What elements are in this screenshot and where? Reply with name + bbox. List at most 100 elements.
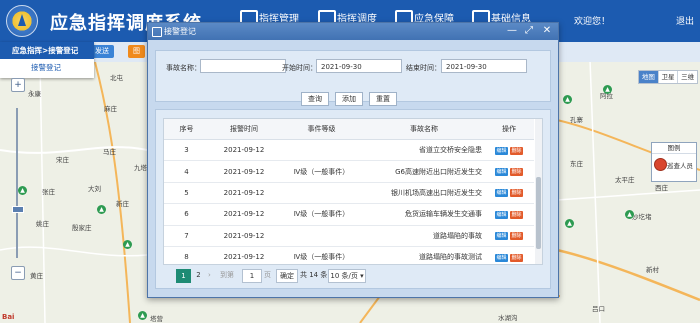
row-time: 2021-09-12 xyxy=(209,160,279,183)
row-no: 8 xyxy=(164,246,209,264)
map-place: 麻庄 xyxy=(104,105,117,113)
map-poi-icon[interactable]: ▲ xyxy=(565,219,574,228)
delete-button[interactable]: 删除 xyxy=(510,232,523,241)
map-place: 西庄 xyxy=(655,184,668,192)
row-actions: 编辑 删除 xyxy=(484,246,534,264)
row-time: 2021-09-12 xyxy=(209,139,279,162)
table-row[interactable]: 7 2021-09-12 道路塌陷的事故 编辑 删除 xyxy=(164,225,534,247)
delete-button[interactable]: 删除 xyxy=(510,189,523,198)
start-time-input[interactable]: 2021-09-30 xyxy=(316,59,402,73)
row-no: 7 xyxy=(164,225,209,247)
page-2-button[interactable]: 2 xyxy=(192,269,205,281)
row-name: 道路塌陷的事故 xyxy=(364,225,484,247)
table-row[interactable]: 3 2021-09-12 省道立交桥安全隐患 编辑 删除 xyxy=(164,139,534,162)
column-header: 报警时间 xyxy=(209,119,279,140)
legend-title: 图例 xyxy=(652,143,696,154)
edit-button[interactable]: 编辑 xyxy=(495,189,508,198)
map-place: 吕口 xyxy=(592,305,605,313)
goto-label: 到第 xyxy=(220,271,234,279)
confirm-button[interactable]: 确定 xyxy=(276,269,298,283)
minimize-button[interactable]: — xyxy=(506,25,518,37)
row-no: 5 xyxy=(164,182,209,205)
map-place: 大刘 xyxy=(88,185,101,193)
row-actions: 编辑 删除 xyxy=(484,203,534,226)
accident-name-input[interactable] xyxy=(200,59,286,73)
alarm-table: 序号 报警时间 事件等级 事故名称 操作 3 2021-09-12 省道立交桥安全隐… xyxy=(163,118,543,265)
toolbar-button[interactable]: 图 xyxy=(128,45,145,58)
reset-button[interactable]: 重置 xyxy=(369,92,397,106)
next-page-icon[interactable]: › xyxy=(208,269,211,281)
table-row[interactable]: 5 2021-09-12 银川机场高速出口附近发生交 编辑 删除 xyxy=(164,182,534,205)
table-scrollbar[interactable] xyxy=(535,119,542,264)
row-no: 4 xyxy=(164,160,209,183)
maximize-icon[interactable]: ⤢ xyxy=(523,25,535,37)
zoom-rail[interactable] xyxy=(16,108,18,258)
end-time-input[interactable]: 2021-09-30 xyxy=(441,59,527,73)
map-poi-icon[interactable]: ▲ xyxy=(625,210,634,219)
edit-button[interactable]: 编辑 xyxy=(495,210,508,219)
row-time: 2021-09-12 xyxy=(209,203,279,226)
zoom-out-button[interactable]: − xyxy=(11,266,25,280)
edit-button[interactable]: 编辑 xyxy=(495,232,508,241)
add-button[interactable]: 添加 xyxy=(335,92,363,106)
delete-button[interactable]: 删除 xyxy=(510,146,523,155)
row-level: Ⅳ级（一般事件） xyxy=(279,203,364,226)
goto-page-input[interactable]: 1 xyxy=(242,269,262,283)
delete-button[interactable]: 删除 xyxy=(510,210,523,219)
query-button[interactable]: 查询 xyxy=(301,92,329,106)
alarm-register-dialog: 接警登记 — ⤢ ✕ 事故名称： 开始时间： 2021-09-30 结束时间： … xyxy=(147,22,559,298)
delete-button[interactable]: 删除 xyxy=(510,253,523,262)
map-poi-icon[interactable]: ▲ xyxy=(97,205,106,214)
map-place: 塔营 xyxy=(150,315,163,323)
edit-button[interactable]: 编辑 xyxy=(495,168,508,177)
row-level xyxy=(279,182,364,205)
total-count: 共 14 条 xyxy=(300,271,328,279)
column-header: 操作 xyxy=(484,119,534,140)
dialog-titlebar[interactable]: 接警登记 — ⤢ ✕ xyxy=(148,23,558,40)
scrollbar-thumb[interactable] xyxy=(536,177,541,249)
table-header-row: 序号 报警时间 事件等级 事故名称 操作 xyxy=(164,119,534,140)
pagination: 1 2 › 到第 1 页 确定 共 14 条 10 条/页 ▾ xyxy=(176,268,416,283)
table-row[interactable]: 8 2021-09-12 Ⅳ级（一般事件） 道路塌陷的事故测试 编辑 删除 xyxy=(164,246,534,264)
map-poi-icon[interactable]: ▲ xyxy=(123,240,132,249)
patrol-person-icon xyxy=(654,158,667,171)
row-actions: 编辑 删除 xyxy=(484,160,534,183)
row-actions: 编辑 删除 xyxy=(484,139,534,162)
row-time: 2021-09-12 xyxy=(209,225,279,247)
zoom-in-button[interactable]: + xyxy=(11,78,25,92)
map-place: 姚庄 xyxy=(36,220,49,228)
page-size-select[interactable]: 10 条/页 ▾ xyxy=(328,269,366,283)
result-panel: 序号 报警时间 事件等级 事故名称 操作 3 2021-09-12 省道立交桥安全隐… xyxy=(155,109,551,289)
logout-link[interactable]: 退出 xyxy=(676,14,694,27)
map-poi-icon[interactable]: ▲ xyxy=(563,95,572,104)
table-row[interactable]: 6 2021-09-12 Ⅳ级（一般事件） 危货运输车辆发生交通事 编辑 删除 xyxy=(164,203,534,226)
map-type-normal[interactable]: 地图 xyxy=(639,71,659,83)
map-place: 新庄 xyxy=(116,200,129,208)
row-no: 3 xyxy=(164,139,209,162)
map-place: 永康 xyxy=(28,90,41,98)
table-row[interactable]: 4 2021-09-12 Ⅳ级（一般事件） G6高速附近出口附近发生交 编辑 删除 xyxy=(164,160,534,183)
row-name: G6高速附近出口附近发生交 xyxy=(364,160,484,183)
legend-item: 巡查人员 xyxy=(654,158,694,172)
edit-button[interactable]: 编辑 xyxy=(495,146,508,155)
welcome-text: 欢迎您！ xyxy=(574,17,611,27)
table-body: 3 2021-09-12 省道立交桥安全隐患 编辑 删除 4 2021-09-12 Ⅳ级（一般… xyxy=(164,139,534,264)
map-type-switch: 地图 卫星 三维 xyxy=(638,70,698,84)
delete-button[interactable]: 删除 xyxy=(510,168,523,177)
map-place: 北屯 xyxy=(110,74,123,82)
menu-item-alarm-register[interactable]: 接警登记 xyxy=(0,59,94,76)
row-level: Ⅳ级（一般事件） xyxy=(279,246,364,264)
map-poi-icon[interactable]: ▲ xyxy=(138,311,147,320)
map-type-3d[interactable]: 三维 xyxy=(678,71,697,83)
end-time-label: 结束时间： xyxy=(406,64,441,72)
zoom-control: + − xyxy=(8,78,25,283)
page-unit-label: 页 xyxy=(264,271,271,279)
row-name: 省道立交桥安全隐患 xyxy=(364,139,484,162)
map-place: 孔寨 xyxy=(570,116,583,124)
map-type-satellite[interactable]: 卫星 xyxy=(659,71,679,83)
map-poi-icon[interactable]: ▲ xyxy=(603,85,612,94)
edit-button[interactable]: 编辑 xyxy=(495,253,508,262)
zoom-slider-thumb[interactable] xyxy=(12,206,24,213)
close-icon[interactable]: ✕ xyxy=(541,25,553,37)
page-1-button[interactable]: 1 xyxy=(176,269,191,283)
